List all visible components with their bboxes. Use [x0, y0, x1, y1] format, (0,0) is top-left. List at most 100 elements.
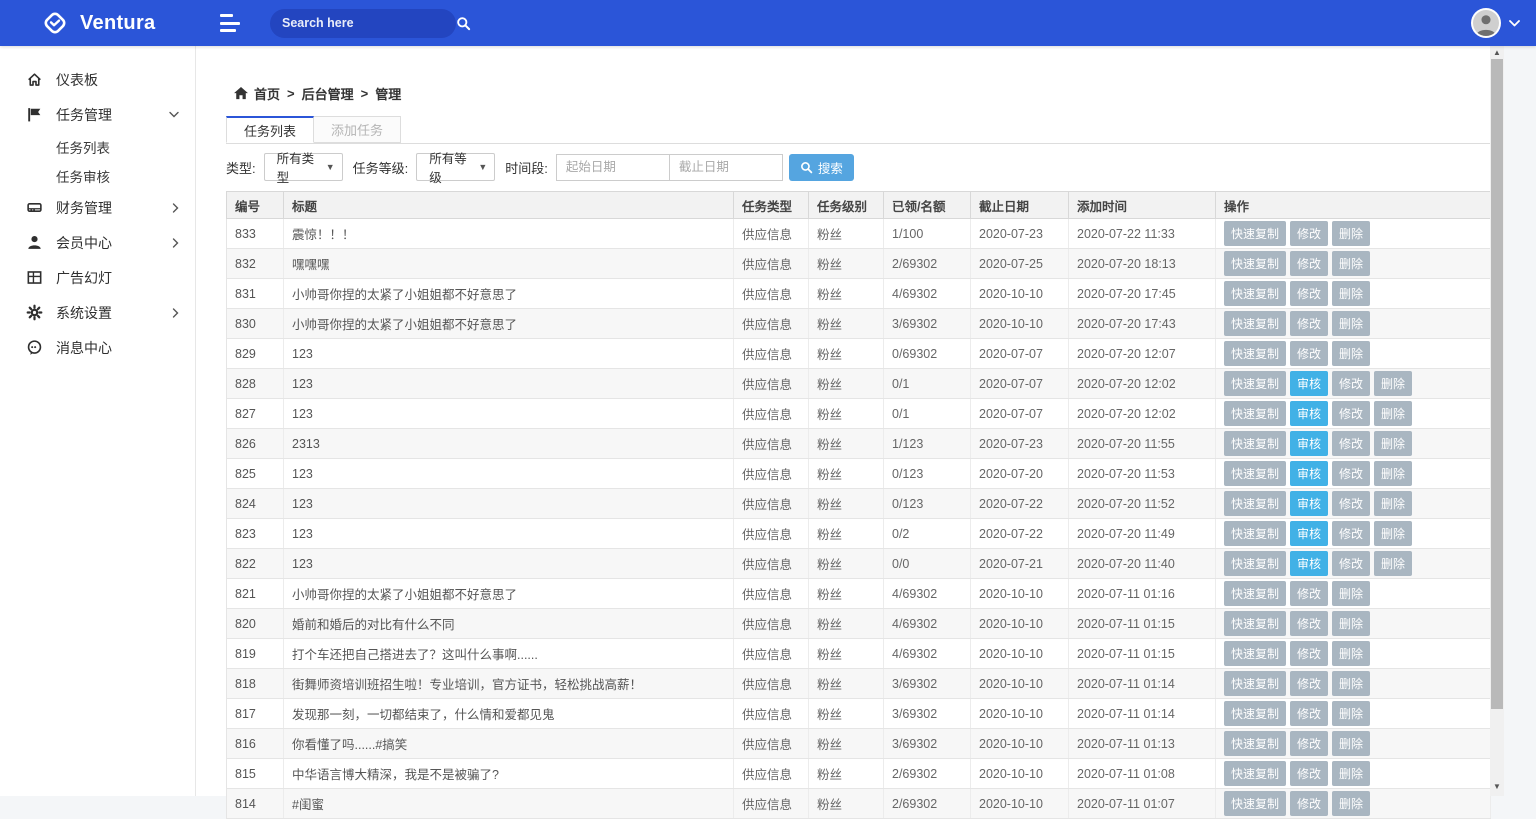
- edit-button[interactable]: 修改: [1290, 281, 1328, 306]
- quick-copy-button[interactable]: 快速复制: [1224, 581, 1286, 606]
- type-select[interactable]: 所有类型 ▼: [264, 153, 343, 181]
- delete-button[interactable]: 删除: [1332, 671, 1370, 696]
- quick-copy-button[interactable]: 快速复制: [1224, 521, 1286, 546]
- quick-copy-button[interactable]: 快速复制: [1224, 311, 1286, 336]
- quick-copy-button[interactable]: 快速复制: [1224, 551, 1286, 576]
- edit-button[interactable]: 修改: [1332, 551, 1370, 576]
- user-menu[interactable]: [1471, 8, 1520, 38]
- quick-copy-button[interactable]: 快速复制: [1224, 491, 1286, 516]
- edit-button[interactable]: 修改: [1332, 521, 1370, 546]
- edit-button[interactable]: 修改: [1290, 311, 1328, 336]
- edit-button[interactable]: 修改: [1332, 491, 1370, 516]
- edit-button[interactable]: 修改: [1290, 581, 1328, 606]
- delete-button[interactable]: 删除: [1332, 641, 1370, 666]
- row-actions: 快速复制修改删除: [1216, 639, 1491, 669]
- quick-copy-button[interactable]: 快速复制: [1224, 791, 1286, 816]
- delete-button[interactable]: 删除: [1374, 401, 1412, 426]
- quick-copy-button[interactable]: 快速复制: [1224, 761, 1286, 786]
- sidebar-item-task-management[interactable]: 任务管理: [0, 97, 195, 132]
- search-button[interactable]: 搜索: [789, 154, 854, 181]
- end-date-input[interactable]: [669, 154, 783, 181]
- brand[interactable]: Ventura: [0, 8, 196, 38]
- quick-copy-button[interactable]: 快速复制: [1224, 611, 1286, 636]
- quick-copy-button[interactable]: 快速复制: [1224, 251, 1286, 276]
- edit-button[interactable]: 修改: [1332, 371, 1370, 396]
- delete-button[interactable]: 删除: [1332, 791, 1370, 816]
- sidebar-item-ad-slides[interactable]: 广告幻灯: [0, 260, 195, 295]
- sidebar-item-task-audit[interactable]: 任务审核: [0, 161, 195, 190]
- audit-button[interactable]: 审核: [1290, 371, 1328, 396]
- sidebar-item-label: 消息中心: [56, 338, 112, 358]
- audit-button[interactable]: 审核: [1290, 491, 1328, 516]
- row-id: 828: [227, 369, 284, 399]
- quick-copy-button[interactable]: 快速复制: [1224, 641, 1286, 666]
- edit-button[interactable]: 修改: [1332, 431, 1370, 456]
- edit-button[interactable]: 修改: [1290, 251, 1328, 276]
- delete-button[interactable]: 删除: [1374, 431, 1412, 456]
- delete-button[interactable]: 删除: [1332, 731, 1370, 756]
- delete-button[interactable]: 删除: [1332, 311, 1370, 336]
- search-input[interactable]: [282, 16, 456, 30]
- quick-copy-button[interactable]: 快速复制: [1224, 731, 1286, 756]
- breadcrumb-backend[interactable]: 后台管理: [302, 84, 354, 103]
- sidebar-item-task-list[interactable]: 任务列表: [0, 132, 195, 161]
- edit-button[interactable]: 修改: [1290, 221, 1328, 246]
- breadcrumb-home[interactable]: 首页: [254, 84, 280, 103]
- edit-button[interactable]: 修改: [1290, 731, 1328, 756]
- tab-task-list[interactable]: 任务列表: [226, 116, 314, 143]
- audit-button[interactable]: 审核: [1290, 521, 1328, 546]
- delete-button[interactable]: 删除: [1332, 221, 1370, 246]
- avatar[interactable]: [1471, 8, 1501, 38]
- audit-button[interactable]: 审核: [1290, 401, 1328, 426]
- edit-button[interactable]: 修改: [1290, 611, 1328, 636]
- edit-button[interactable]: 修改: [1290, 341, 1328, 366]
- quick-copy-button[interactable]: 快速复制: [1224, 371, 1286, 396]
- quick-copy-button[interactable]: 快速复制: [1224, 221, 1286, 246]
- delete-button[interactable]: 删除: [1374, 371, 1412, 396]
- quick-copy-button[interactable]: 快速复制: [1224, 671, 1286, 696]
- menu-toggle-button[interactable]: [220, 14, 244, 32]
- row-id: 817: [227, 699, 284, 729]
- level-select[interactable]: 所有等级 ▼: [416, 153, 495, 181]
- scroll-up-arrow[interactable]: ▲: [1490, 46, 1504, 59]
- edit-button[interactable]: 修改: [1290, 641, 1328, 666]
- scroll-down-arrow[interactable]: ▼: [1490, 780, 1504, 793]
- scrollbar-thumb[interactable]: [1491, 59, 1503, 709]
- edit-button[interactable]: 修改: [1290, 701, 1328, 726]
- tab-add-task[interactable]: 添加任务: [314, 116, 401, 143]
- search-icon[interactable]: [456, 16, 471, 31]
- sidebar-item-message-center[interactable]: 消息中心: [0, 330, 195, 365]
- quick-copy-button[interactable]: 快速复制: [1224, 281, 1286, 306]
- quick-copy-button[interactable]: 快速复制: [1224, 401, 1286, 426]
- quick-copy-button[interactable]: 快速复制: [1224, 431, 1286, 456]
- edit-button[interactable]: 修改: [1290, 761, 1328, 786]
- sidebar-item-member-center[interactable]: 会员中心: [0, 225, 195, 260]
- delete-button[interactable]: 删除: [1374, 521, 1412, 546]
- delete-button[interactable]: 删除: [1332, 341, 1370, 366]
- audit-button[interactable]: 审核: [1290, 461, 1328, 486]
- audit-button[interactable]: 审核: [1290, 551, 1328, 576]
- start-date-input[interactable]: [556, 154, 670, 181]
- delete-button[interactable]: 删除: [1332, 611, 1370, 636]
- sidebar-item-system-settings[interactable]: 系统设置: [0, 295, 195, 330]
- delete-button[interactable]: 删除: [1332, 251, 1370, 276]
- edit-button[interactable]: 修改: [1290, 671, 1328, 696]
- sidebar-item-finance[interactable]: 财务管理: [0, 190, 195, 225]
- quick-copy-button[interactable]: 快速复制: [1224, 461, 1286, 486]
- sidebar-item-dashboard[interactable]: 仪表板: [0, 62, 195, 97]
- delete-button[interactable]: 删除: [1332, 701, 1370, 726]
- delete-button[interactable]: 删除: [1374, 551, 1412, 576]
- delete-button[interactable]: 删除: [1332, 581, 1370, 606]
- edit-button[interactable]: 修改: [1332, 401, 1370, 426]
- delete-button[interactable]: 删除: [1374, 461, 1412, 486]
- quick-copy-button[interactable]: 快速复制: [1224, 701, 1286, 726]
- delete-button[interactable]: 删除: [1332, 281, 1370, 306]
- edit-button[interactable]: 修改: [1332, 461, 1370, 486]
- quick-copy-button[interactable]: 快速复制: [1224, 341, 1286, 366]
- grid-table-icon: [26, 269, 43, 286]
- audit-button[interactable]: 审核: [1290, 431, 1328, 456]
- delete-button[interactable]: 删除: [1332, 761, 1370, 786]
- delete-button[interactable]: 删除: [1374, 491, 1412, 516]
- vertical-scrollbar[interactable]: ▲ ▼: [1490, 46, 1504, 796]
- edit-button[interactable]: 修改: [1290, 791, 1328, 816]
